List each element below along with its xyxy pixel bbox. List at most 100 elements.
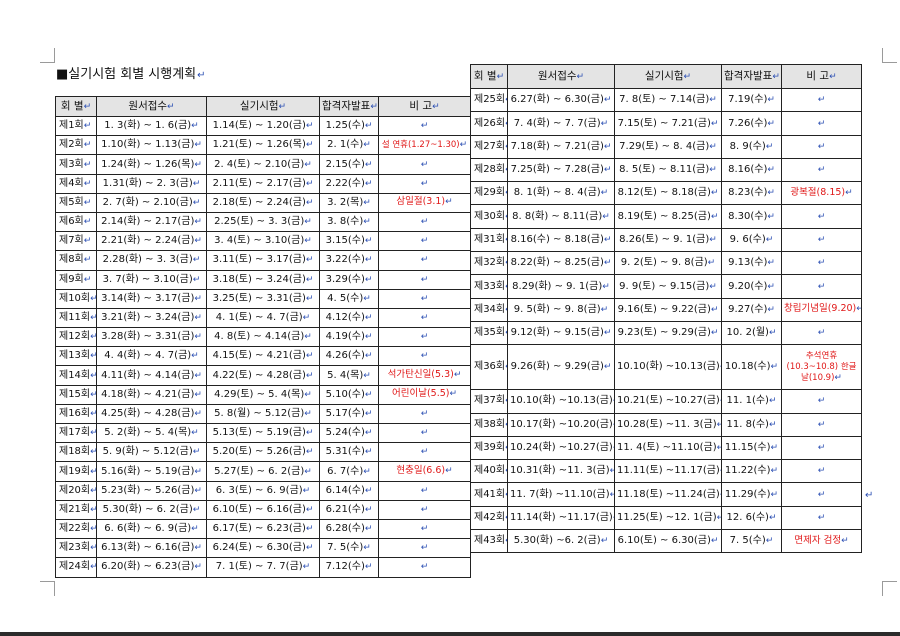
cell-application-period[interactable]: 8. 1(화) ~ 8. 4(금)↵ [507, 181, 615, 206]
cell-exam-period[interactable]: 2. 4(토) ~ 2.10(금)↵ [206, 154, 320, 175]
cell-note[interactable]: ↵ [378, 154, 471, 175]
cell-application-period[interactable]: 10.17(화) ~10.20(금)↵ [507, 412, 615, 437]
cell-application-period[interactable]: 9.26(화) ~ 9.29(금)↵ [507, 344, 615, 391]
cell-result-date[interactable]: 7.19(수)↵ [721, 87, 782, 113]
cell-round[interactable]: 제28회↵ [470, 157, 508, 183]
cell-note[interactable]: ↵ [781, 389, 862, 414]
cell-round[interactable]: 제31회↵ [470, 227, 508, 253]
cell-note[interactable]: ↵ [378, 442, 471, 463]
cell-result-date[interactable]: 5.24(수)↵ [319, 422, 379, 444]
cell-result-date[interactable]: 12. 6(수)↵ [721, 505, 782, 531]
cell-exam-period[interactable]: 11.11(토) ~11.17(금)↵ [614, 459, 722, 484]
cell-round[interactable]: 제42회↵ [470, 505, 508, 531]
cell-application-period[interactable]: 6. 6(화) ~ 6. 9(금)↵ [96, 518, 207, 540]
cell-result-date[interactable]: 4.26(수)↵ [319, 346, 379, 367]
cell-application-period[interactable]: 6.27(화) ~ 6.30(금)↵ [507, 87, 615, 113]
cell-result-date[interactable]: 11. 1(수)↵ [721, 389, 782, 414]
cell-exam-period[interactable]: 6. 3(토) ~ 6. 9(금)↵ [206, 480, 320, 501]
cell-application-period[interactable]: 3.28(화) ~ 3.31(금)↵ [96, 327, 207, 348]
cell-exam-period[interactable]: 8.12(토) ~ 8.18(금)↵ [614, 181, 722, 206]
cell-note[interactable]: ↵ [378, 250, 471, 271]
cell-result-date[interactable]: 3.29(수)↵ [319, 269, 379, 290]
cell-round[interactable]: 제6회↵ [55, 211, 97, 233]
cell-application-period[interactable]: 2.14(화) ~ 2.17(금)↵ [96, 211, 207, 233]
cell-result-date[interactable]: 9.13(수)↵ [721, 251, 782, 276]
cell-round[interactable]: 제36회↵ [470, 344, 508, 391]
cell-note[interactable]: 창립기념일(9.20)↵ [781, 297, 862, 322]
cell-result-date[interactable]: 1.25(수)↵ [319, 115, 379, 137]
cell-round[interactable]: 제26회↵ [470, 111, 508, 136]
schedule-table-right[interactable]: 회 별↵ 원서접수↵ 실기시험↵ 합격자발표↵ 비 고↵ 제25회↵6.27(화… [470, 64, 862, 554]
cell-round[interactable]: 제13회↵ [55, 346, 97, 367]
cell-note[interactable]: ↵ [781, 134, 862, 159]
cell-round[interactable]: 제7회↵ [55, 231, 97, 252]
cell-result-date[interactable]: 5. 4(목)↵ [319, 365, 379, 386]
cell-round[interactable]: 제35회↵ [470, 320, 508, 346]
schedule-table-left[interactable]: 회 별↵ 원서접수↵ 실기시험↵ 합격자발표↵ 비 고↵ 제1회↵ 1. 3(화)… [55, 96, 471, 578]
cell-application-period[interactable]: 1. 3(화) ~ 1. 6(금)↵ [96, 115, 207, 137]
cell-application-period[interactable]: 9.12(화) ~ 9.15(금)↵ [507, 320, 615, 346]
cell-note[interactable]: ↵ [378, 557, 471, 578]
cell-round[interactable]: 제32회↵ [470, 251, 508, 276]
header-exam[interactable]: 실기시험↵ [614, 64, 722, 89]
cell-note[interactable]: ↵ [781, 459, 862, 484]
cell-result-date[interactable]: 7.12(수)↵ [319, 557, 379, 578]
cell-result-date[interactable]: 9. 6(수)↵ [721, 227, 782, 253]
cell-exam-period[interactable]: 6.10(토) ~ 6.30(금)↵ [614, 529, 722, 554]
cell-exam-period[interactable]: 10.28(토) ~11. 3(금)↵ [614, 412, 722, 437]
cell-exam-period[interactable]: 9.16(토) ~ 9.22(금)↵ [614, 297, 722, 322]
cell-round[interactable]: 제29회↵ [470, 181, 508, 206]
cell-exam-period[interactable]: 2.11(토) ~ 2.17(금)↵ [206, 173, 320, 194]
cell-exam-period[interactable]: 5. 8(월) ~ 5.12(금)↵ [206, 403, 320, 425]
cell-round[interactable]: 제19회↵ [55, 461, 97, 482]
cell-application-period[interactable]: 10.10(화) ~10.13(금)↵ [507, 389, 615, 414]
cell-application-period[interactable]: 10.24(화) ~10.27(금)↵ [507, 435, 615, 461]
cell-round[interactable]: 제5회↵ [55, 192, 97, 213]
cell-round[interactable]: 제8회↵ [55, 250, 97, 271]
cell-result-date[interactable]: 11.15(수)↵ [721, 435, 782, 461]
cell-note[interactable]: ↵ [378, 346, 471, 367]
cell-note[interactable]: ↵ [378, 269, 471, 290]
cell-exam-period[interactable]: 4.29(토) ~ 5. 4(목)↵ [206, 384, 320, 405]
cell-round[interactable]: 제22회↵ [55, 518, 97, 540]
cell-application-period[interactable]: 11.14(화) ~11.17(금)↵ [507, 505, 615, 531]
cell-exam-period[interactable]: 9. 9(토) ~ 9.15(금)↵ [614, 274, 722, 299]
cell-note[interactable]: ↵ [781, 204, 862, 229]
cell-result-date[interactable]: 9.20(수)↵ [721, 274, 782, 299]
cell-note[interactable]: ↵ [378, 403, 471, 425]
cell-result-date[interactable]: 7. 5(수)↵ [319, 538, 379, 559]
cell-note[interactable]: 삼일절(3.1)↵ [378, 192, 471, 213]
cell-note[interactable]: ↵ [378, 115, 471, 137]
cell-exam-period[interactable]: 9.23(토) ~ 9.29(금)↵ [614, 320, 722, 346]
cell-application-period[interactable]: 4.18(화) ~ 4.21(금)↵ [96, 384, 207, 405]
cell-exam-period[interactable]: 7. 1(토) ~ 7. 7(금)↵ [206, 557, 320, 578]
cell-round[interactable]: 제43회↵ [470, 529, 508, 554]
header-note[interactable]: 비 고↵ [781, 64, 862, 89]
cell-exam-period[interactable]: 3.18(토) ~ 3.24(금)↵ [206, 269, 320, 290]
cell-note[interactable]: 설 연휴(1.27~1.30)↵ [378, 135, 471, 156]
cell-application-period[interactable]: 8. 8(화) ~ 8.11(금)↵ [507, 204, 615, 229]
cell-application-period[interactable]: 6.20(화) ~ 6.23(금)↵ [96, 557, 207, 578]
header-round[interactable]: 회 별↵ [55, 96, 97, 117]
cell-application-period[interactable]: 5.30(화) ~ 6. 2(금)↵ [96, 499, 207, 520]
cell-exam-period[interactable]: 5.13(토) ~ 5.19(금)↵ [206, 422, 320, 444]
cell-result-date[interactable]: 4.19(수)↵ [319, 327, 379, 348]
cell-application-period[interactable]: 10.31(화) ~11. 3(금)↵ [507, 459, 615, 484]
cell-result-date[interactable]: 5.31(수)↵ [319, 442, 379, 463]
cell-round[interactable]: 제12회↵ [55, 327, 97, 348]
cell-application-period[interactable]: 5.23(화) ~ 5.26(금)↵ [96, 480, 207, 501]
cell-application-period[interactable]: 6.13(화) ~ 6.16(금)↵ [96, 538, 207, 559]
cell-round[interactable]: 제33회↵ [470, 274, 508, 299]
cell-note[interactable]: 어린이날(5.5)↵ [378, 384, 471, 405]
cell-result-date[interactable]: 11.22(수)↵ [721, 459, 782, 484]
cell-result-date[interactable]: 10. 2(월)↵ [721, 320, 782, 346]
cell-result-date[interactable]: 6.14(수)↵ [319, 480, 379, 501]
cell-round[interactable]: 제3회↵ [55, 154, 97, 175]
header-round[interactable]: 회 별↵ [470, 64, 508, 89]
cell-exam-period[interactable]: 4.15(토) ~ 4.21(금)↵ [206, 346, 320, 367]
cell-result-date[interactable]: 5.17(수)↵ [319, 403, 379, 425]
cell-exam-period[interactable]: 6.17(토) ~ 6.23(금)↵ [206, 518, 320, 540]
cell-round[interactable]: 제15회↵ [55, 384, 97, 405]
cell-round[interactable]: 제21회↵ [55, 499, 97, 520]
cell-round[interactable]: 제38회↵ [470, 412, 508, 437]
